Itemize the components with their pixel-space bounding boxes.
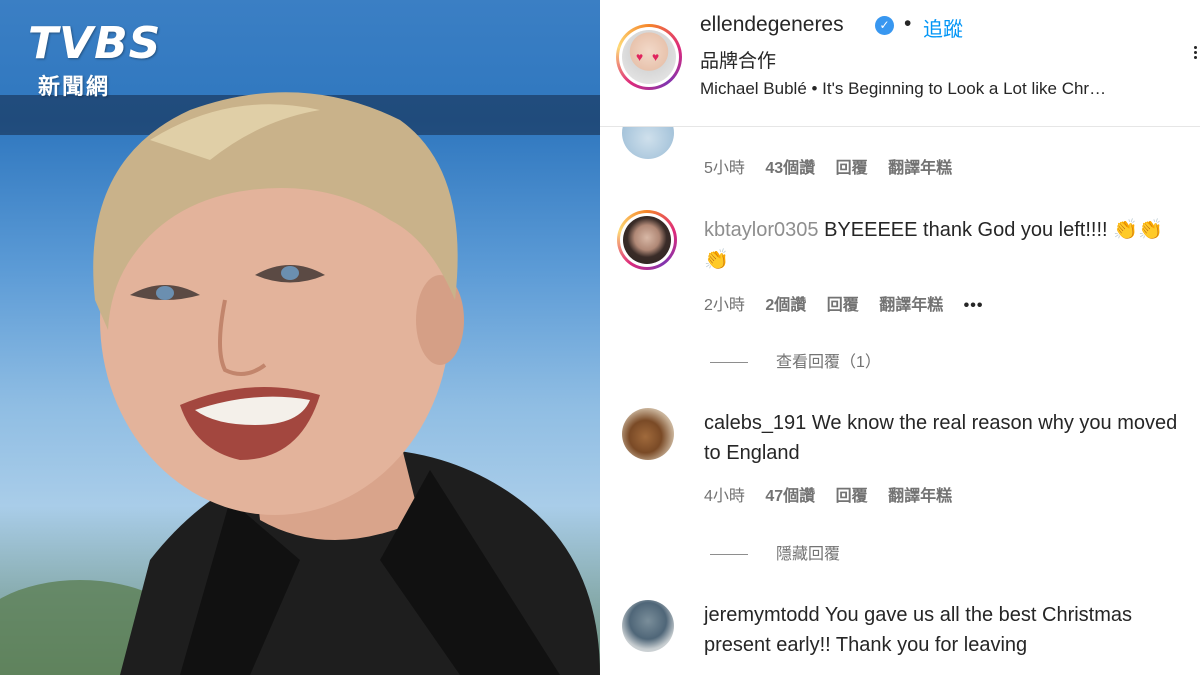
hide-replies-toggle[interactable]: 隱藏回覆 [710, 540, 840, 564]
heart-eye-icon: ♥ [636, 50, 644, 64]
comment-meta: 5小時 43個讚 回覆 翻譯年糕 [704, 154, 968, 178]
separator-dot: • [904, 12, 912, 35]
author-username[interactable]: ellendegeneres [700, 13, 844, 37]
comment-time: 5小時 [704, 160, 745, 177]
follow-button[interactable]: 追蹤 [923, 13, 963, 42]
logo-mark: TVBS [28, 18, 162, 69]
news-photo: TVBS 新聞網 [0, 0, 600, 675]
view-replies-label[interactable]: 查看回覆（1） [776, 354, 881, 371]
commenter-username[interactable]: kbtaylor0305 [704, 219, 819, 241]
view-replies-toggle[interactable]: 查看回覆（1） [710, 348, 881, 372]
commenter-avatar[interactable] [622, 408, 674, 460]
hide-replies-label[interactable]: 隱藏回覆 [776, 546, 840, 563]
author-avatar[interactable]: ♥ ♥ [616, 24, 682, 90]
more-options-icon[interactable] [1192, 44, 1198, 64]
tvbs-logo: TVBS 新聞網 [28, 18, 218, 118]
verified-badge-icon: ✓ [875, 16, 894, 35]
translate-button[interactable]: 翻譯年糕 [888, 488, 952, 505]
commenter-username[interactable]: calebs_191 [704, 412, 806, 434]
comment-time: 4小時 [704, 488, 745, 505]
reply-button[interactable]: 回覆 [827, 297, 859, 314]
commenter-avatar[interactable] [622, 600, 674, 652]
comment-body: jeremymtodd You gave us all the best Chr… [704, 600, 1184, 660]
commenter-avatar[interactable] [617, 210, 677, 270]
logo-subtitle: 新聞網 [38, 75, 111, 100]
commenter-username[interactable]: jeremymtodd [704, 604, 820, 626]
comment-likes[interactable]: 2個讚 [765, 297, 806, 314]
comment-time: 2小時 [704, 297, 745, 314]
translate-button[interactable]: 翻譯年糕 [879, 297, 943, 314]
heart-eye-icon: ♥ [652, 50, 660, 64]
comment-more-icon[interactable]: ••• [964, 297, 984, 315]
comment-body: calebs_191 We know the real reason why y… [704, 408, 1184, 468]
post-header: ♥ ♥ ellendegeneres ✓ • 追蹤 品牌合作 Michael B… [600, 0, 1200, 127]
comment-likes[interactable]: 43個讚 [765, 160, 815, 177]
audio-track-link[interactable]: Michael Bublé • It's Beginning to Look a… [700, 79, 1170, 99]
reply-line-divider [710, 554, 748, 556]
comment-meta: 4小時 47個讚 回覆 翻譯年糕 [704, 482, 968, 506]
reply-button[interactable]: 回覆 [836, 488, 868, 505]
reply-button[interactable]: 回覆 [836, 160, 868, 177]
comment-body: kbtaylor0305 BYEEEEE thank God you left!… [704, 215, 1184, 275]
paid-partnership-label[interactable]: 品牌合作 [700, 46, 776, 73]
comment-meta: 2小時 2個讚 回覆 翻譯年糕 ••• [704, 291, 999, 315]
comment-likes[interactable]: 47個讚 [765, 488, 815, 505]
instagram-post-panel: ♥ ♥ ellendegeneres ✓ • 追蹤 品牌合作 Michael B… [600, 0, 1200, 675]
translate-button[interactable]: 翻譯年糕 [888, 160, 952, 177]
reply-line-divider [710, 362, 748, 364]
